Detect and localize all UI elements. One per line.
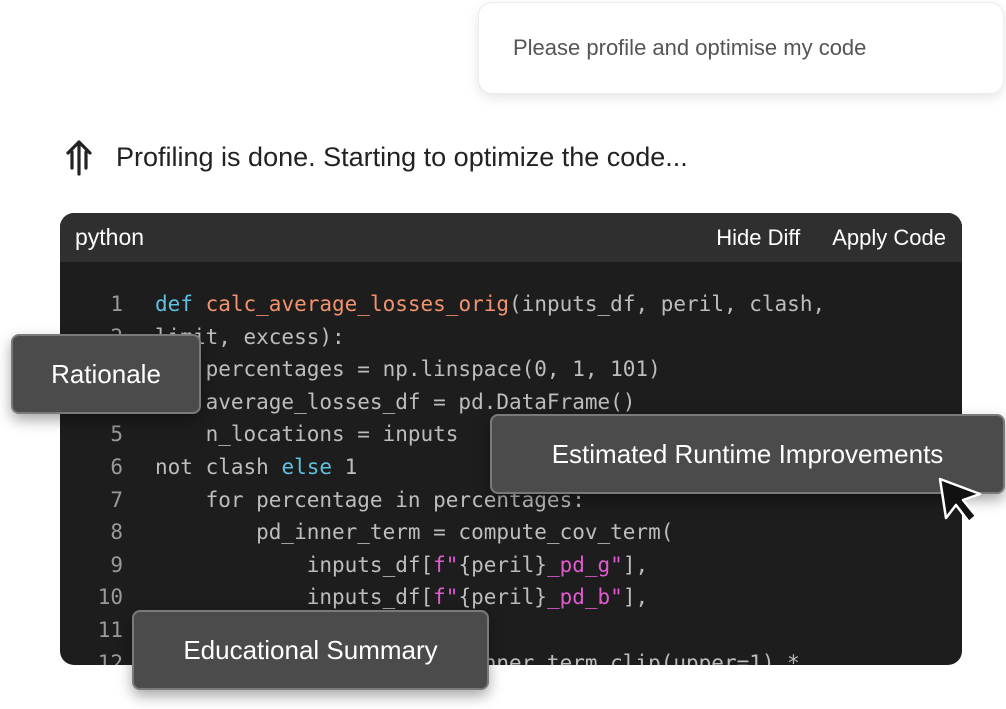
- line-code: def calc_average_losses_orig(inputs_df, …: [155, 288, 825, 321]
- code-token: {peril}: [458, 585, 547, 610]
- split-arrow-logo-icon: [66, 140, 92, 176]
- line-code: pd_inner_term = compute_cov_term(: [155, 516, 673, 549]
- code-token: f": [433, 552, 459, 577]
- code-token: not clash: [155, 454, 282, 479]
- line-number: 7: [110, 487, 123, 512]
- code-token: n_locations = inputs: [155, 422, 459, 447]
- user-message-text: Please profile and optimise my code: [513, 35, 867, 60]
- line-number: 6: [110, 454, 123, 479]
- line-number: 11: [97, 617, 123, 642]
- line-code: n_locations = inputs: [155, 418, 459, 451]
- hide-diff-button[interactable]: Hide Diff: [716, 225, 800, 251]
- code-token: else: [281, 454, 333, 479]
- code-line: 1 def calc_average_losses_orig(inputs_df,…: [60, 288, 962, 321]
- runtime-improvements-tag[interactable]: Estimated Runtime Improvements: [490, 414, 1005, 494]
- code-token: def: [155, 292, 193, 316]
- code-line: 8 pd_inner_term = compute_cov_term(: [60, 516, 962, 549]
- line-code: inputs_df[f"{peril}_pd_g"],: [155, 549, 648, 582]
- code-token: ],: [622, 552, 649, 577]
- runtime-improvements-label: Estimated Runtime Improvements: [551, 438, 944, 469]
- rationale-label: Rationale: [51, 358, 161, 389]
- code-token: inputs_df[: [155, 585, 434, 610]
- code-header: python Hide Diff Apply Code: [60, 213, 962, 262]
- code-token: pd_inner_term = compute_cov_term(: [155, 520, 674, 545]
- line-number: 5: [110, 422, 123, 447]
- apply-code-button[interactable]: Apply Code: [832, 225, 946, 251]
- code-token: calc_average_losses_orig: [205, 292, 510, 316]
- line-number: 10: [97, 585, 123, 610]
- code-token: f": [433, 585, 459, 610]
- line-number: 12: [97, 650, 123, 665]
- line-code: percentages = np.linspace(0, 1, 101): [155, 353, 661, 386]
- code-token: inputs_df[: [155, 552, 434, 577]
- status-line: Profiling is done. Starting to optimize …: [60, 138, 688, 176]
- user-message-bubble: Please profile and optimise my code: [478, 2, 1004, 94]
- line-number: 9: [110, 552, 123, 577]
- code-language: python: [75, 224, 145, 250]
- code-token: {peril}: [458, 552, 547, 577]
- line-code: not clash else 1: [155, 451, 357, 484]
- mouse-pointer-icon: [938, 477, 982, 524]
- educational-summary-tag[interactable]: Educational Summary: [132, 610, 489, 690]
- code-token: (inputs_df, peril, clash,: [509, 292, 826, 316]
- code-token: average_losses_df = pd.DataFrame(): [155, 389, 636, 414]
- code-token: percentages = np.linspace(0, 1, 101): [155, 357, 661, 382]
- code-token: _pd_b": [546, 585, 623, 610]
- code-token: 1: [332, 454, 358, 479]
- rationale-tag[interactable]: Rationale: [11, 334, 201, 414]
- line-number: 1: [110, 292, 123, 316]
- code-line: 9 inputs_df[f"{peril}_pd_g"],: [60, 549, 962, 582]
- educational-summary-label: Educational Summary: [183, 634, 438, 665]
- line-number: 8: [110, 520, 123, 545]
- status-text: Profiling is done. Starting to optimize …: [116, 141, 688, 172]
- code-token: _pd_g": [546, 552, 623, 577]
- code-token: ],: [622, 585, 649, 610]
- code-actions: Hide Diff Apply Code: [716, 225, 946, 251]
